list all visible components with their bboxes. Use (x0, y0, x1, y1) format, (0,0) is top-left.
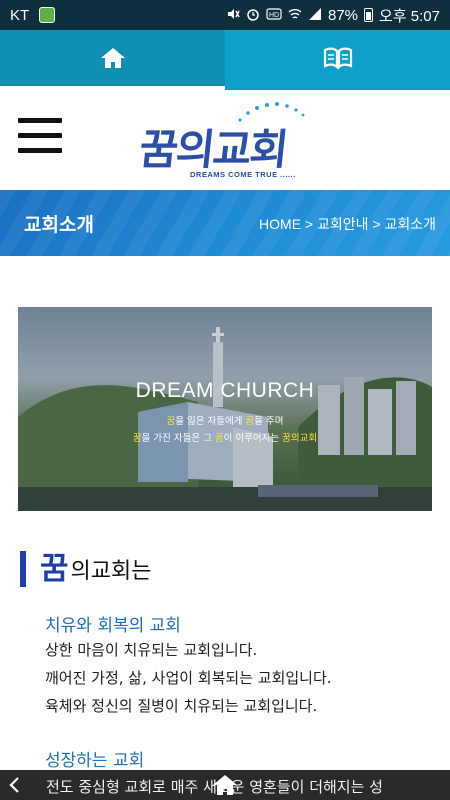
battery-level: 87% (328, 6, 359, 24)
bottom-bar: 전도 중심형 교회로 매주 새로운 영혼들이 더해지는 성 (0, 770, 450, 800)
hero-highlight: 꿈 (166, 416, 176, 427)
hero-banner: DREAM CHURCH 꿈을 잃은 자들에게 꿈을 주며 꿈을 가진 자들은 … (18, 307, 432, 511)
block-line: 깨어진 가정, 삶, 사업이 회복되는 교회입니다. (45, 669, 332, 687)
block-title: 치유와 회복의 교회 (45, 616, 181, 636)
breadcrumb: HOME > 교회안내 > 교회소개 (259, 216, 436, 232)
wifi-icon (288, 7, 302, 24)
home-button-icon[interactable] (212, 773, 238, 797)
hero-highlight: 꿈 (132, 433, 142, 444)
hero-highlight: 꿈의교회 (282, 433, 318, 444)
hero-tagline-2: 꿈을 가진 자들은 그 꿈이 이루어지는 꿈의교회 (18, 430, 432, 444)
hero-title: DREAM CHURCH (135, 379, 315, 402)
church-photo (18, 307, 432, 511)
site-header: 꿈의교회 DREAMS COME TRUE ...... (0, 90, 450, 190)
block-title: 성장하는 교회 (45, 751, 145, 771)
tab-home[interactable] (0, 30, 225, 90)
hero-highlight: 꿈 (245, 416, 255, 427)
hero-highlight: 꿈 (214, 433, 224, 444)
svg-text:HD: HD (269, 12, 279, 19)
block-line: 상한 마음이 치유되는 교회입니다. (45, 641, 258, 659)
hero-text: 이 이루어지는 (223, 433, 283, 444)
back-icon[interactable] (6, 773, 26, 797)
signal-icon (308, 7, 322, 24)
status-bar: KT HD 87% 오후 5:07 (0, 0, 450, 30)
menu-icon[interactable] (18, 118, 62, 156)
carrier-label: KT (10, 6, 30, 24)
alarm-icon (246, 7, 260, 24)
page-title-bar: 교회소개 HOME > 교회안내 > 교회소개 (0, 190, 450, 256)
home-icon (100, 46, 126, 74)
logo-text: 꿈의교회 (137, 125, 289, 174)
book-icon (323, 46, 353, 74)
hero-text: 을 잃은 자들에게 (175, 416, 246, 427)
clock: 오후 5:07 (379, 7, 440, 25)
block-line: 육체와 정신의 질병이 치유되는 교회입니다. (45, 697, 318, 715)
heading-accent-bar (20, 551, 26, 587)
heading-text: 의교회는 (70, 559, 152, 584)
heading-emphasis: 꿈 (40, 551, 69, 587)
tab-bible[interactable] (225, 30, 450, 90)
logo-tagline: DREAMS COME TRUE ...... (190, 170, 296, 179)
hero-text: 을 주며 (254, 416, 284, 427)
section-heading: 꿈 의교회는 (20, 547, 152, 587)
church-logo[interactable]: 꿈의교회 DREAMS COME TRUE ...... (137, 98, 320, 183)
mute-icon (226, 7, 240, 24)
battery-icon (364, 8, 374, 22)
top-tab-bar (0, 30, 450, 90)
hero-tagline-1: 꿈을 잃은 자들에게 꿈을 주며 (18, 413, 432, 427)
app-notification-icon (39, 7, 56, 23)
hd-icon: HD (266, 7, 282, 24)
hero-text: 을 가진 자들은 그 (141, 433, 215, 444)
page-title: 교회소개 (24, 214, 94, 236)
